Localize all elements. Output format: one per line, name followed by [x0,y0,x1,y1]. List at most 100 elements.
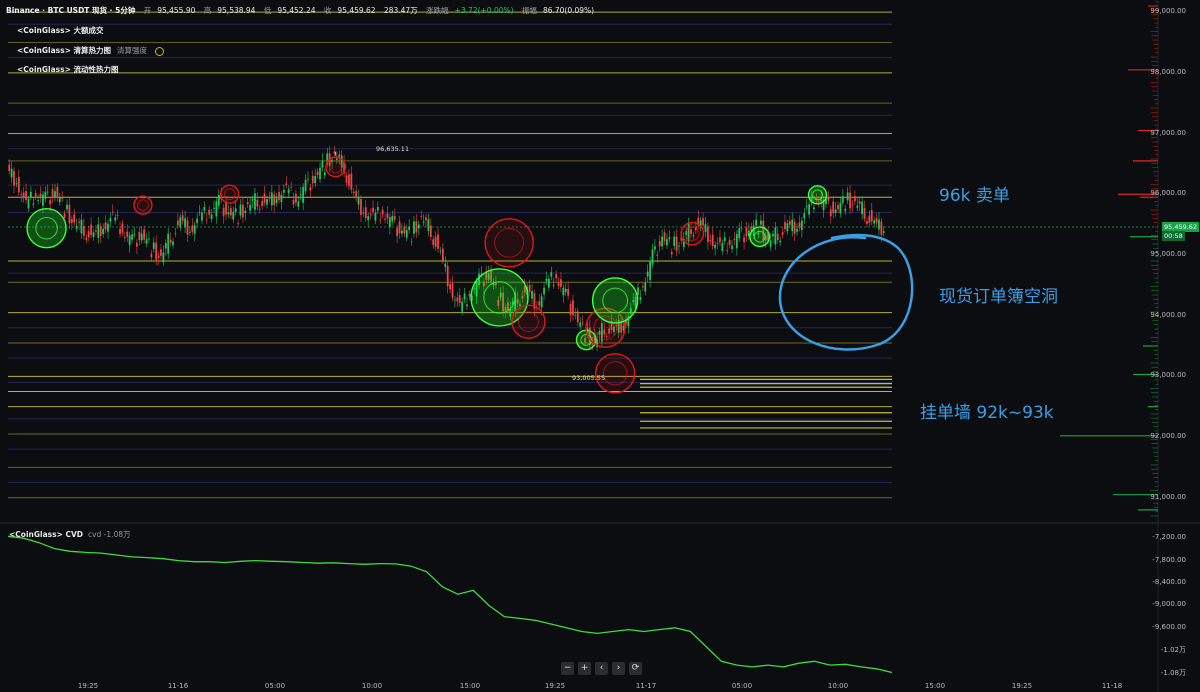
candle-body [85,237,88,240]
candle-body [256,199,259,207]
candle-body [282,189,285,193]
reset-button[interactable]: ⟳ [629,662,642,675]
candle-body [140,233,143,241]
candle-body [270,192,273,206]
time-tick-label: 11-18 [1101,682,1123,690]
candle-body [702,218,704,226]
candle-body [32,203,35,205]
candle-body [367,216,370,221]
time-tick-label: 15:00 [924,682,946,690]
price-tick-label: 97,000.00 [1150,128,1186,137]
candle-body [880,221,883,235]
price-tick-label: 94,000.00 [1150,310,1186,319]
candle-body [193,225,196,234]
candle-body [456,297,459,302]
candle-body [184,218,186,228]
liquidation-bubble [680,221,705,246]
candle-body [302,186,305,203]
gear-icon[interactable] [154,46,164,56]
candle-body [415,221,418,233]
indicator-large-trades[interactable]: <CoinGlass> 大额成交 [17,25,103,36]
scroll-left-button[interactable]: ‹ [595,662,608,675]
candle-body [275,198,278,203]
symbol-label[interactable]: Binance · BTC USDT 现货 · 5分钟 [6,6,135,15]
candle-body [338,154,341,158]
candle-body [560,279,562,287]
candle-body [784,222,786,230]
candle-body [403,226,406,234]
zoom-in-button[interactable]: + [578,662,591,675]
cvd-indicator-label[interactable]: <CoinGlass> CVD cvd -1.08万 [9,529,131,540]
candle-body [360,199,362,215]
indicator-liquidation-heatmap[interactable]: <CoinGlass> 清算热力图 清算强度 [17,45,164,56]
liquidation-bubble [591,277,639,324]
chart-canvas[interactable] [0,0,1200,692]
candle-body [449,284,452,290]
candle-body [90,224,93,235]
candle-body [446,265,449,287]
candle-body [882,231,885,233]
price-tick-label: 95,000.00 [1150,249,1186,258]
high-value: 95,538.94 [217,6,256,15]
candle-body [268,196,271,199]
candle-body [543,287,545,295]
candle-body [210,214,213,219]
candle-body [266,199,268,205]
annotation-buy-wall: 挂单墙 92k~93k [920,403,1054,423]
candle-body [249,204,252,211]
change-value: +3.72(+0.00%) [454,6,514,15]
candle-body [798,222,801,228]
volume-value: 283.47万 [383,6,418,15]
candle-body [574,315,577,317]
candle-body [348,174,350,187]
cvd-tick-label: -1.08万 [1160,668,1186,677]
candle-body [34,193,37,197]
candle-body [401,230,403,234]
candle-body [102,228,105,234]
candle-body [179,217,182,228]
candle-body [552,284,555,286]
candle-body [261,201,264,207]
candle-body [22,192,25,198]
candle-body [769,240,772,248]
candle-body [870,210,873,222]
candle-body [846,192,849,201]
chart-header: Binance · BTC USDT 现货 · 5分钟 开 95,455.90 高… [6,5,600,16]
candle-body [295,193,297,203]
candle-body [172,241,174,246]
scroll-right-button[interactable]: › [612,662,625,675]
candle-body [95,230,97,232]
candle-body [788,221,791,225]
candle-body [68,204,71,224]
candle-body [666,239,668,246]
candle-body [649,260,651,281]
candle-body [723,237,726,241]
candle-body [735,233,738,249]
candle-body [851,203,854,205]
candle-body [128,235,131,246]
candle-body [290,187,292,188]
candle-body [721,243,724,251]
liquidation-bubble [511,304,546,339]
candle-body [663,232,666,242]
candle-body [567,288,570,296]
time-tick-label: 11-17 [635,682,657,690]
candle-body [10,168,13,178]
amplitude-value: 86.70(0.09%) [542,6,595,15]
indicator-liquidity-heatmap[interactable]: <CoinGlass> 流动性热力图 [17,64,118,75]
chart-navigation: − + ‹ › ⟳ [561,662,642,675]
candle-body [227,212,230,215]
candle-body [803,213,806,219]
candle-body [181,215,184,221]
candle-body [237,223,239,225]
candle-body [661,236,664,247]
candle-body [466,304,468,307]
time-tick-label: 11-16 [167,682,189,690]
candle-body [109,217,112,222]
candle-body [451,283,454,298]
candle-body [321,160,324,168]
zoom-out-button[interactable]: − [561,662,574,675]
cvd-tick-label: -7,800.00 [1152,555,1186,564]
candle-body [873,220,876,224]
annotation-sell-wall: 96k 卖单 [939,186,1010,206]
